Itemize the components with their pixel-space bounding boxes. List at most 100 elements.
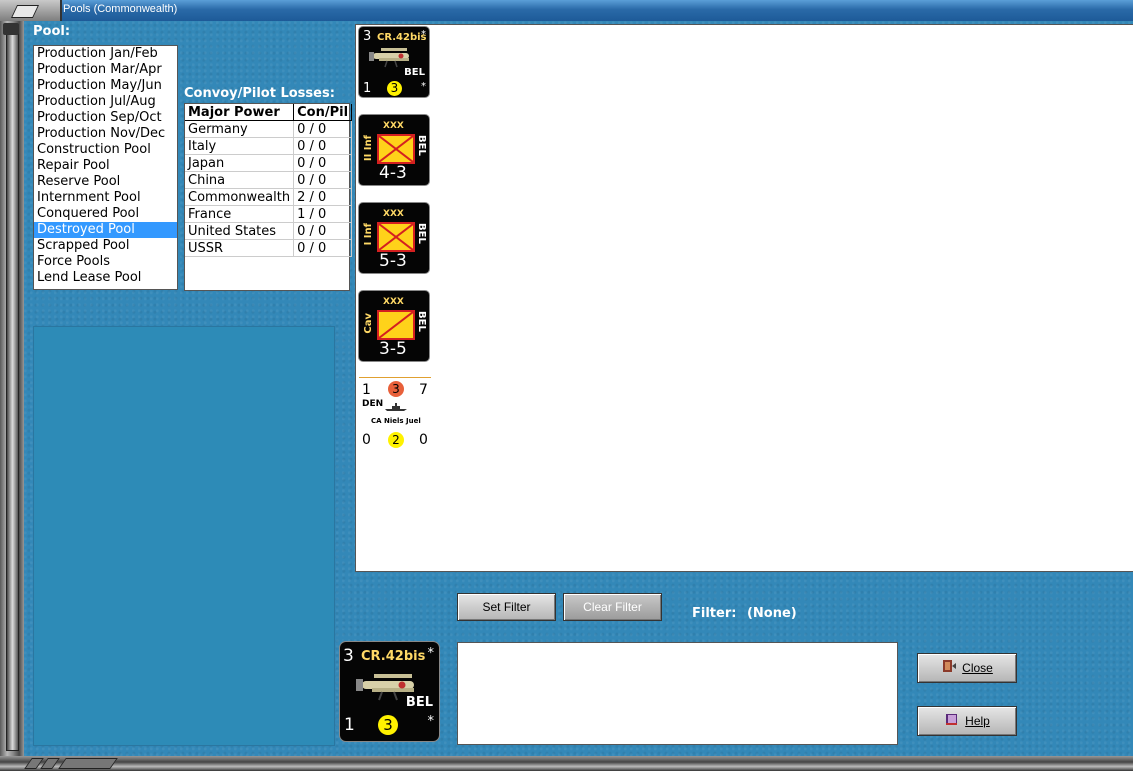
filter-value: (None): [746, 606, 797, 621]
column-header[interactable]: Con/Pil: [293, 104, 353, 121]
filter-status: Filter: (None): [692, 606, 797, 621]
column-header[interactable]: Major Power: [185, 104, 295, 121]
unit-description-box[interactable]: [457, 642, 898, 745]
pool-item[interactable]: Production Jul/Aug: [34, 94, 177, 110]
counter-unit-name: CR.42bis: [377, 32, 427, 43]
land-unit-counter[interactable]: XXX I Inf BEL 5-3: [359, 203, 429, 273]
set-filter-button[interactable]: Set Filter: [457, 593, 556, 621]
ship-icon: [385, 403, 407, 411]
pool-item[interactable]: Construction Pool: [34, 142, 177, 158]
vertical-scrollbar[interactable]: [6, 29, 19, 751]
close-door-icon: [941, 655, 957, 683]
naval-bottom-circle: 2: [388, 432, 404, 448]
power-cell: France: [185, 205, 295, 223]
pool-item[interactable]: Repair Pool: [34, 158, 177, 174]
loss-cell: 0 / 0: [293, 239, 353, 257]
loss-cell: 0 / 0: [293, 171, 353, 189]
table-row: Italy 0 / 0: [185, 137, 353, 155]
bottom-frame: [0, 756, 1133, 771]
counter-bottom-left: 1: [344, 715, 355, 735]
pool-item[interactable]: Production May/Jun: [34, 78, 177, 94]
close-button[interactable]: Close: [917, 653, 1017, 683]
infantry-icon: [377, 134, 415, 164]
naval-ship-name: CA Niels Juel: [371, 417, 421, 425]
left-frame: [0, 21, 24, 756]
cavalry-icon: [377, 310, 415, 340]
counter-star: *: [427, 646, 435, 661]
loss-cell: 0 / 0: [293, 222, 353, 240]
counter-circle: 3: [378, 715, 398, 735]
pool-item[interactable]: Conquered Pool: [34, 206, 177, 222]
power-cell: Commonwealth: [185, 188, 295, 206]
naval-nation: DEN: [362, 399, 384, 409]
loss-cell: 2 / 0: [293, 188, 353, 206]
land-unit-counter[interactable]: XXX II Inf BEL 4-3: [359, 115, 429, 185]
loss-cell: 0 / 0: [293, 120, 353, 138]
counter-nation: BEL: [416, 223, 427, 244]
table-row: United States 0 / 0: [185, 222, 353, 240]
pool-item[interactable]: Production Sep/Oct: [34, 110, 177, 126]
window-title: Pools (Commonwealth): [63, 3, 178, 15]
counter-top-left: 3: [343, 646, 354, 666]
counter-bottom-left: 1: [363, 81, 372, 96]
power-cell: Germany: [185, 120, 295, 138]
naval-top-left: 1: [362, 382, 371, 398]
land-unit-counter[interactable]: XXX Cav BEL 3-5: [359, 291, 429, 361]
unit-size: XXX: [383, 121, 404, 131]
aircraft-icon: [369, 48, 409, 68]
counter-display[interactable]: 3 CR.42bis * BEL 1 3 * XXX II Inf BEL 4-…: [355, 24, 1133, 572]
help-button[interactable]: Help: [917, 706, 1017, 736]
unit-side-label: Cav: [363, 313, 374, 334]
naval-top-right: 7: [419, 382, 428, 398]
counter-circle: 3: [387, 81, 402, 96]
title-bar: Pools (Commonwealth): [0, 0, 1133, 22]
naval-bottom-right: 0: [419, 432, 428, 448]
unit-size: XXX: [383, 297, 404, 307]
table-header-row: Major Power Con/Pil: [185, 104, 353, 121]
unit-side-label: II Inf: [363, 135, 374, 162]
counter-star: *: [421, 29, 426, 40]
losses-label: Convoy/Pilot Losses:: [184, 86, 335, 101]
unit-strength: 4-3: [379, 163, 407, 183]
pool-item[interactable]: Reserve Pool: [34, 174, 177, 190]
loss-cell: 1 / 0: [293, 205, 353, 223]
pool-item[interactable]: Production Mar/Apr: [34, 62, 177, 78]
losses-table-box: Major Power Con/Pil Germany 0 / 0 Italy 0 …: [184, 103, 353, 291]
close-button-label: Close: [962, 661, 993, 675]
counter-nation: BEL: [416, 311, 427, 332]
unit-strength: 3-5: [379, 339, 407, 359]
table-row: USSR 0 / 0: [185, 239, 353, 257]
scroll-knob[interactable]: [3, 23, 19, 35]
help-button-label: Help: [965, 714, 990, 728]
counter-nation: BEL: [416, 135, 427, 156]
pool-item[interactable]: Lend Lease Pool: [34, 270, 177, 286]
table-row: Germany 0 / 0: [185, 120, 353, 138]
power-cell: United States: [185, 222, 295, 240]
loss-cell: 0 / 0: [293, 137, 353, 155]
help-book-icon: [944, 708, 960, 736]
naval-bottom-left: 0: [362, 432, 371, 448]
clear-filter-button[interactable]: Clear Filter: [563, 593, 662, 621]
pool-item[interactable]: Internment Pool: [34, 190, 177, 206]
unit-side-label: I Inf: [363, 223, 374, 246]
loss-cell: 0 / 0: [293, 154, 353, 172]
pool-label: Pool:: [33, 24, 71, 39]
selected-counter-preview: 3 CR.42bis * BEL 1 3 *: [340, 642, 439, 741]
unit-info-panel: [33, 326, 335, 746]
window-menu-icon[interactable]: [0, 0, 62, 21]
air-unit-counter[interactable]: 3 CR.42bis * BEL 1 3 *: [359, 27, 429, 97]
table-row: Japan 0 / 0: [185, 154, 353, 172]
table-row: France 1 / 0: [185, 205, 353, 223]
pool-item[interactable]: Production Jan/Feb: [34, 46, 177, 62]
pool-list[interactable]: Production Jan/Feb Production Mar/Apr Pr…: [33, 45, 178, 290]
unit-size: XXX: [383, 209, 404, 219]
pool-item[interactable]: Production Nov/Dec: [34, 126, 177, 142]
pool-item[interactable]: Scrapped Pool: [34, 238, 177, 254]
pool-item[interactable]: Force Pools: [34, 254, 177, 270]
pool-item-selected[interactable]: Destroyed Pool: [34, 222, 177, 238]
counter-nation: BEL: [404, 67, 425, 78]
naval-unit-counter[interactable]: 1 3 7 DEN CA Niels Juel 0 2 0: [359, 377, 431, 450]
counter-star: *: [427, 714, 435, 729]
table-row: Commonwealth 2 / 0: [185, 188, 353, 206]
naval-top-circle: 3: [388, 381, 404, 397]
